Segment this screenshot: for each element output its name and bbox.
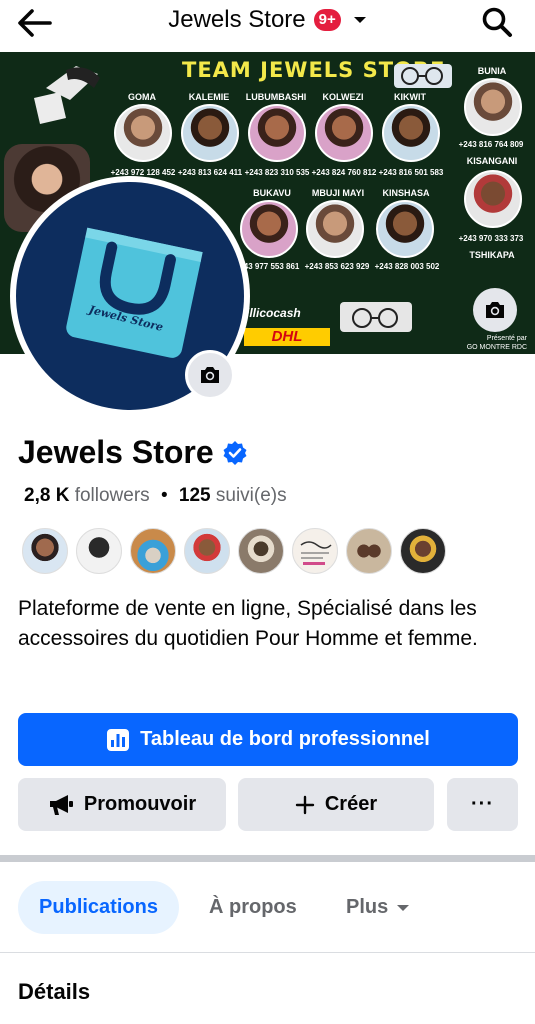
tabs-divider bbox=[0, 952, 535, 953]
promote-label: Promouvoir bbox=[83, 793, 197, 815]
glasses-image bbox=[340, 302, 412, 332]
glasses-image bbox=[394, 64, 452, 88]
more-dots-icon: ··· bbox=[471, 793, 494, 815]
member-phone: +243 828 003 502 bbox=[374, 262, 440, 271]
tab-more-label: Plus bbox=[346, 896, 389, 918]
professional-dashboard-button[interactable]: Tableau de bord professionnel bbox=[18, 713, 518, 766]
edit-cover-button[interactable] bbox=[473, 288, 517, 332]
member-phone: +243 816 764 809 bbox=[458, 140, 524, 149]
member-city: KIKWIT bbox=[394, 92, 426, 102]
member-city: KINSHASA bbox=[382, 188, 430, 198]
more-options-button[interactable]: ··· bbox=[447, 778, 518, 831]
follower-avatar[interactable] bbox=[130, 528, 176, 574]
top-bar: Jewels Store 9+ bbox=[0, 0, 535, 50]
following-label: suivi(e)s bbox=[215, 485, 287, 506]
follower-avatar[interactable] bbox=[22, 528, 68, 574]
plus-icon bbox=[295, 795, 315, 814]
search-icon[interactable] bbox=[481, 6, 513, 38]
follower-avatar[interactable] bbox=[184, 528, 230, 574]
followers-count: 2,8 K bbox=[24, 485, 70, 506]
create-label: Créer bbox=[324, 793, 378, 815]
illicocash-logo: illicocash bbox=[246, 306, 301, 320]
follower-avatar[interactable] bbox=[400, 528, 446, 574]
camera-icon bbox=[201, 367, 219, 383]
follower-avatar[interactable] bbox=[346, 528, 392, 574]
create-button[interactable]: Créer bbox=[238, 778, 434, 831]
dhl-logo: DHL bbox=[244, 328, 330, 346]
verified-badge-icon bbox=[223, 440, 247, 465]
followers-label: followers bbox=[74, 485, 150, 506]
camera-icon bbox=[486, 302, 504, 318]
member-city: BUNIA bbox=[477, 66, 507, 76]
member-city: KISANGANI bbox=[466, 156, 518, 166]
follow-stats[interactable]: 2,8 K followers • 125 suivi(e)s bbox=[24, 485, 287, 507]
tab-publications-label: Publications bbox=[39, 896, 158, 918]
member-photo bbox=[114, 104, 172, 162]
following-count: 125 bbox=[178, 485, 211, 506]
member-photo bbox=[376, 200, 434, 258]
tab-about[interactable]: À propos bbox=[209, 881, 297, 934]
notification-badge: 9+ bbox=[313, 9, 341, 31]
chevron-down-icon bbox=[353, 17, 366, 23]
page-title: Jewels Store bbox=[168, 6, 306, 33]
text-logo-icon bbox=[300, 541, 332, 565]
member-photo bbox=[382, 104, 440, 162]
stats-separator: • bbox=[160, 485, 168, 506]
follower-avatar[interactable] bbox=[76, 528, 122, 574]
member-photo bbox=[315, 104, 373, 162]
member-photo bbox=[306, 200, 364, 258]
follower-avatars[interactable] bbox=[22, 528, 446, 574]
profile-name: Jewels Store bbox=[18, 434, 214, 470]
cloth-image bbox=[34, 92, 66, 124]
member-phone: +243 816 501 583 bbox=[378, 168, 444, 177]
edit-profile-picture-button[interactable] bbox=[185, 350, 235, 400]
member-photo bbox=[248, 104, 306, 162]
follower-avatar[interactable] bbox=[238, 528, 284, 574]
profile-name-row: Jewels Store bbox=[18, 434, 248, 471]
member-phone: +243 970 333 373 bbox=[458, 234, 524, 243]
section-divider bbox=[0, 855, 535, 862]
dashboard-icon bbox=[107, 728, 130, 751]
member-photo bbox=[464, 78, 522, 136]
member-photo bbox=[464, 170, 522, 228]
cover-credit: Présenté par GO MONTRE RDC bbox=[466, 335, 527, 351]
member-city: TSHIKAPA bbox=[469, 250, 515, 260]
promote-button[interactable]: Promouvoir bbox=[18, 778, 226, 831]
page-switcher[interactable]: Jewels Store 9+ bbox=[0, 6, 535, 34]
tab-publications[interactable]: Publications bbox=[18, 881, 179, 934]
member-photo bbox=[240, 200, 298, 258]
follower-avatar[interactable] bbox=[292, 528, 338, 574]
details-heading: Détails bbox=[18, 979, 91, 1004]
chevron-down-icon bbox=[397, 904, 410, 911]
page-bio: Plateforme de vente en ligne, Spécialisé… bbox=[18, 597, 478, 650]
member-photo bbox=[181, 104, 239, 162]
dashboard-label: Tableau de bord professionnel bbox=[140, 728, 430, 750]
tab-more[interactable]: Plus bbox=[346, 881, 410, 934]
tab-about-label: À propos bbox=[209, 896, 297, 918]
megaphone-icon bbox=[49, 794, 73, 815]
